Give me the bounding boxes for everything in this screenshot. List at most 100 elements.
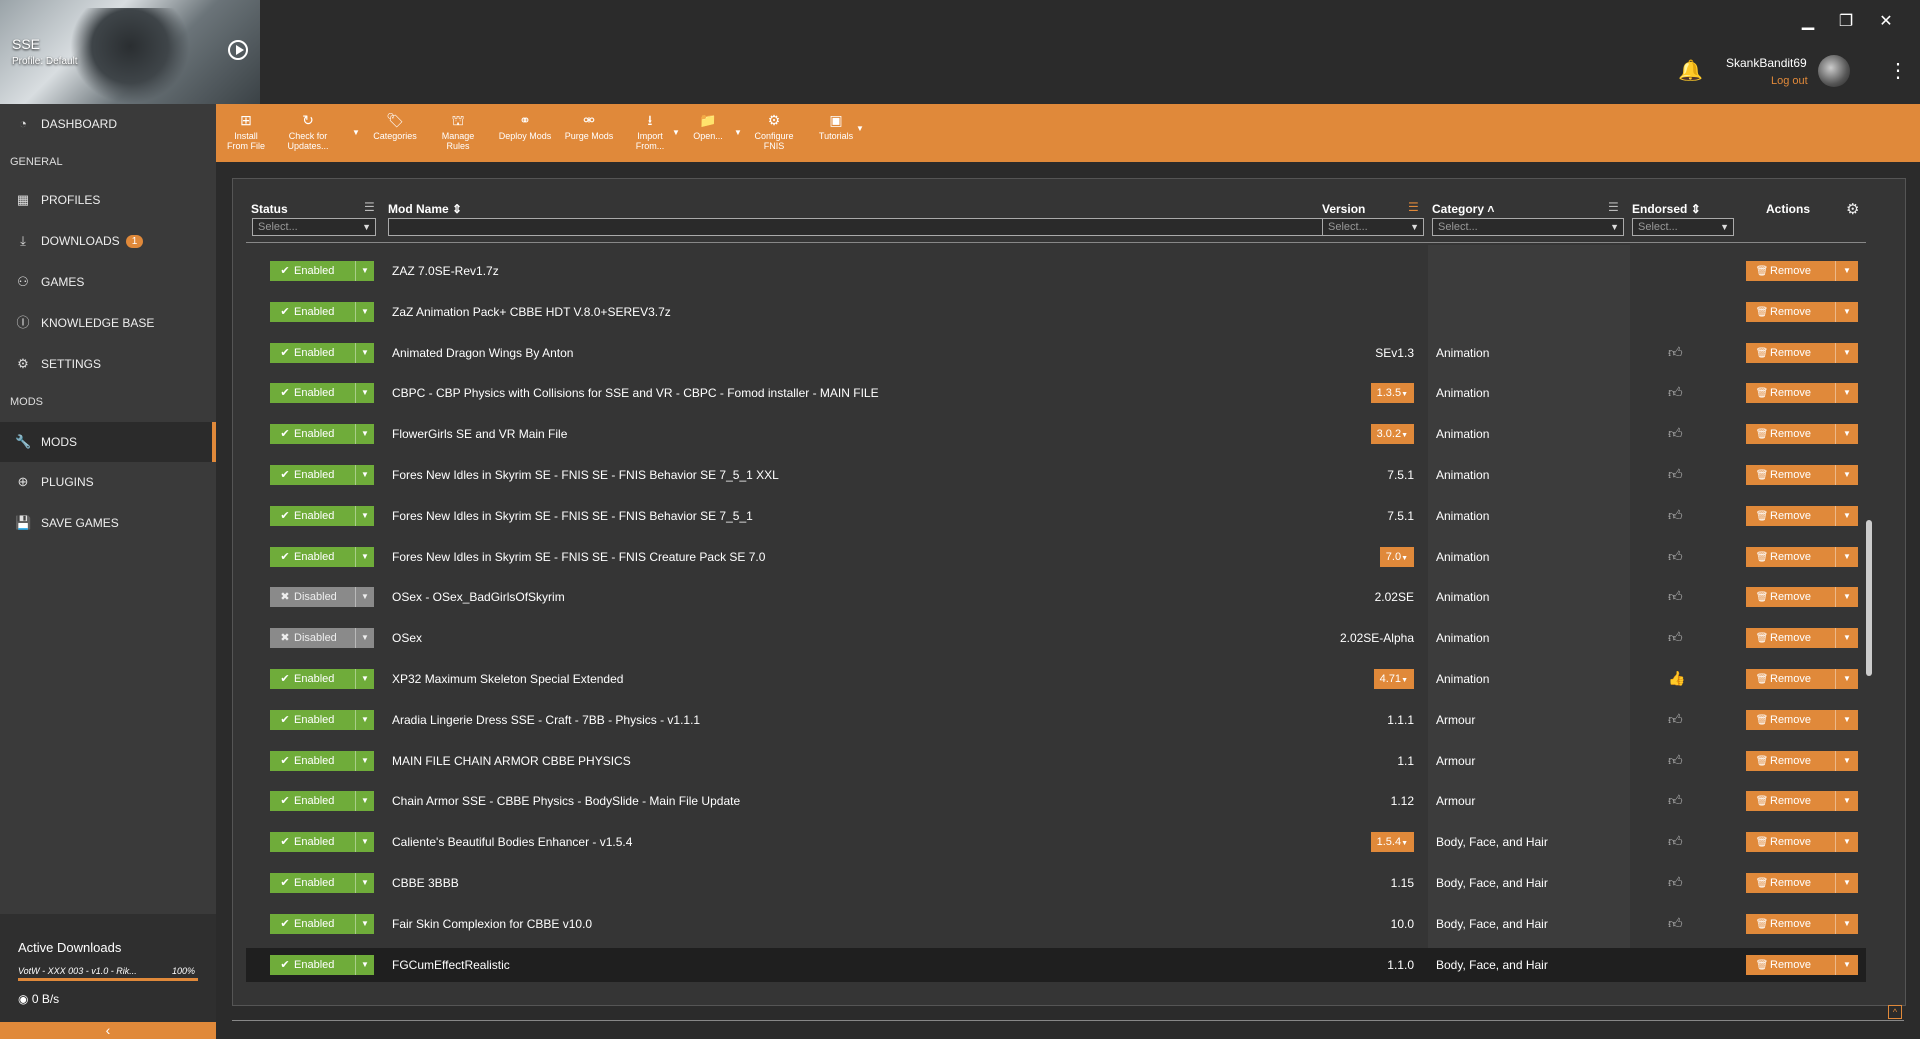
version-filter[interactable]: Select... ▼ <box>1322 218 1424 236</box>
enabled-toggle-button[interactable]: ✔ Enabled ▼ <box>270 954 374 975</box>
enabled-toggle-button[interactable]: ✔ Enabled ▼ <box>270 546 374 567</box>
column-filter-icon[interactable]: ☰ <box>1408 200 1419 214</box>
sidebar-item-profiles[interactable]: ▦ PROFILES <box>0 180 216 220</box>
chevron-down-icon[interactable]: ▼ <box>355 709 374 730</box>
remove-button[interactable]: 🗑 Remove ▼ <box>1746 587 1858 608</box>
table-row[interactable]: ✔ Enabled ▼ FGCumEffectRealistic 1.1.0 Body, … <box>246 947 1866 982</box>
thumbs-up-filled-icon[interactable]: 👍 <box>1668 670 1685 687</box>
table-row[interactable]: ✖ Disabled ▼ OSex - OSex_BadGirlsOfSkyrim 2.… <box>246 580 1866 614</box>
chevron-down-icon[interactable]: ▼ <box>1835 301 1858 322</box>
enabled-toggle-button[interactable]: ✔ Enabled ▼ <box>270 424 374 445</box>
chevron-down-icon[interactable]: ▼ <box>355 465 374 485</box>
chevron-down-icon[interactable]: ▼ <box>355 791 374 812</box>
version-update-button[interactable]: 1.3.5▼ <box>1370 383 1414 404</box>
chevron-down-icon[interactable]: ▼ <box>1835 954 1858 975</box>
chevron-down-icon[interactable]: ▼ <box>355 832 374 853</box>
header-mod-name[interactable]: Mod Name ⇕ <box>388 202 462 216</box>
sidebar-item-knowledge-base[interactable]: ⓘ KNOWLEDGE BASE <box>0 303 216 343</box>
thumbs-up-icon[interactable]: 👍︎ <box>1668 344 1683 361</box>
remove-button[interactable]: 🗑 Remove ▼ <box>1746 261 1858 281</box>
sidebar-item-downloads[interactable]: ⤓ DOWNLOADS 1 <box>0 221 216 261</box>
remove-button[interactable]: 🗑 Remove ▼ <box>1746 628 1858 649</box>
install-from-file-button[interactable]: ⊞ Install From File <box>224 112 268 151</box>
chevron-down-icon[interactable]: ▼ <box>1835 465 1858 485</box>
disabled-toggle-button[interactable]: ✖ Disabled ▼ <box>270 587 374 608</box>
version-update-button[interactable]: 3.0.2▼ <box>1370 424 1414 445</box>
table-row[interactable]: ✔ Enabled ▼ Caliente's Beautiful Bodies Enh… <box>246 825 1866 859</box>
status-filter[interactable]: Select... ▼ <box>252 218 376 236</box>
thumbs-up-icon[interactable]: 👍︎ <box>1668 752 1683 769</box>
check-for-updates-button[interactable]: ↻ Check for Updates... <box>286 112 330 151</box>
chevron-down-icon[interactable]: ▼ <box>355 546 374 567</box>
remove-button[interactable]: 🗑 Remove ▼ <box>1746 505 1858 526</box>
remove-button[interactable]: 🗑 Remove ▼ <box>1746 791 1858 812</box>
chevron-down-icon[interactable]: ▼ <box>1835 913 1858 934</box>
thumbs-up-icon[interactable]: 👍︎ <box>1668 874 1683 891</box>
chevron-down-icon[interactable]: ▼ <box>1835 709 1858 730</box>
play-icon[interactable] <box>228 40 248 60</box>
header-endorsed[interactable]: Endorsed ⇕ <box>1632 202 1701 216</box>
enabled-toggle-button[interactable]: ✔ Enabled ▼ <box>270 383 374 404</box>
tutorials-button[interactable]: ▣ Tutorials <box>814 112 858 141</box>
mod-name-filter[interactable] <box>388 218 1420 236</box>
enabled-toggle-button[interactable]: ✔ Enabled ▼ <box>270 261 374 281</box>
chevron-down-icon[interactable]: ▼ <box>1835 587 1858 608</box>
remove-button[interactable]: 🗑 Remove ▼ <box>1746 750 1858 771</box>
tutorials-dropdown-icon[interactable]: ▼ <box>856 124 864 133</box>
chevron-down-icon[interactable]: ▼ <box>355 587 374 608</box>
deploy-mods-button[interactable]: ⚭ Deploy Mods <box>496 112 554 141</box>
table-row[interactable]: ✔ Enabled ▼ Fair Skin Complexion for CBBE v… <box>246 907 1866 941</box>
enabled-toggle-button[interactable]: ✔ Enabled ▼ <box>270 709 374 730</box>
remove-button[interactable]: 🗑 Remove ▼ <box>1746 669 1858 689</box>
version-update-button[interactable]: 1.5.4▼ <box>1370 832 1414 853</box>
chevron-down-icon[interactable]: ▼ <box>355 669 374 689</box>
enabled-toggle-button[interactable]: ✔ Enabled ▼ <box>270 342 374 363</box>
enabled-toggle-button[interactable]: ✔ Enabled ▼ <box>270 791 374 812</box>
enabled-toggle-button[interactable]: ✔ Enabled ▼ <box>270 750 374 771</box>
chevron-down-icon[interactable]: ▼ <box>355 954 374 975</box>
disabled-toggle-button[interactable]: ✖ Disabled ▼ <box>270 628 374 649</box>
remove-button[interactable]: 🗑 Remove ▼ <box>1746 342 1858 363</box>
game-banner[interactable]: SSE Profile: Default <box>0 0 260 104</box>
table-row[interactable]: ✔ Enabled ▼ CBPC - CBP Physics with Collisi… <box>246 376 1866 410</box>
thumbs-up-icon[interactable]: 👍︎ <box>1668 548 1683 565</box>
thumbs-up-icon[interactable]: 👍︎ <box>1668 915 1683 932</box>
chevron-down-icon[interactable]: ▼ <box>1835 424 1858 445</box>
thumbs-up-icon[interactable]: 👍︎ <box>1668 833 1683 850</box>
scrollbar[interactable] <box>1866 520 1872 676</box>
remove-button[interactable]: 🗑 Remove ▼ <box>1746 832 1858 853</box>
chevron-down-icon[interactable]: ▼ <box>355 913 374 934</box>
logout-link[interactable]: Log out <box>1771 75 1808 87</box>
remove-button[interactable]: 🗑 Remove ▼ <box>1746 465 1858 485</box>
open-button[interactable]: 📁 Open... <box>690 112 726 141</box>
chevron-down-icon[interactable]: ▼ <box>1835 832 1858 853</box>
category-filter[interactable]: Select... ▼ <box>1432 218 1624 236</box>
header-status[interactable]: Status <box>251 202 288 216</box>
thumbs-up-icon[interactable]: 👍︎ <box>1668 425 1683 442</box>
version-update-button[interactable]: 4.71▼ <box>1373 669 1414 689</box>
chevron-down-icon[interactable]: ▼ <box>1835 873 1858 893</box>
chevron-down-icon[interactable]: ▼ <box>355 301 374 322</box>
more-menu-icon[interactable]: ⋮ <box>1888 58 1908 83</box>
table-row[interactable]: ✔ Enabled ▼ XP32 Maximum Skeleton Special E… <box>246 662 1866 696</box>
categories-button[interactable]: 🏷 Categories <box>370 112 420 141</box>
minimize-button[interactable]: ▁ <box>1796 12 1820 32</box>
configure-fnis-button[interactable]: ⚙ Configure FNIS <box>752 112 796 151</box>
collapse-sidebar-button[interactable]: ‹ <box>0 1022 216 1039</box>
chevron-down-icon[interactable]: ▼ <box>355 750 374 771</box>
active-downloads-panel[interactable]: Active Downloads VotW - XXX 003 - v1.0 -… <box>0 914 216 1026</box>
table-row[interactable]: ✔ Enabled ▼ Fores New Idles in Skyrim SE - … <box>246 540 1866 574</box>
table-row[interactable]: ✔ Enabled ▼ MAIN FILE CHAIN ARMOR CBBE PHYS… <box>246 744 1866 778</box>
enabled-toggle-button[interactable]: ✔ Enabled ▼ <box>270 301 374 322</box>
remove-button[interactable]: 🗑 Remove ▼ <box>1746 546 1858 567</box>
chevron-down-icon[interactable]: ▼ <box>355 261 374 281</box>
chevron-down-icon[interactable]: ▼ <box>1835 750 1858 771</box>
enabled-toggle-button[interactable]: ✔ Enabled ▼ <box>270 913 374 934</box>
chevron-down-icon[interactable]: ▼ <box>355 628 374 649</box>
enabled-toggle-button[interactable]: ✔ Enabled ▼ <box>270 873 374 893</box>
remove-button[interactable]: 🗑 Remove ▼ <box>1746 424 1858 445</box>
bell-icon[interactable]: 🔔 <box>1678 58 1703 82</box>
thumbs-up-icon[interactable]: 👍︎ <box>1668 507 1683 524</box>
sidebar-item-settings[interactable]: ⚙ SETTINGS <box>0 344 216 384</box>
enabled-toggle-button[interactable]: ✔ Enabled ▼ <box>270 505 374 526</box>
